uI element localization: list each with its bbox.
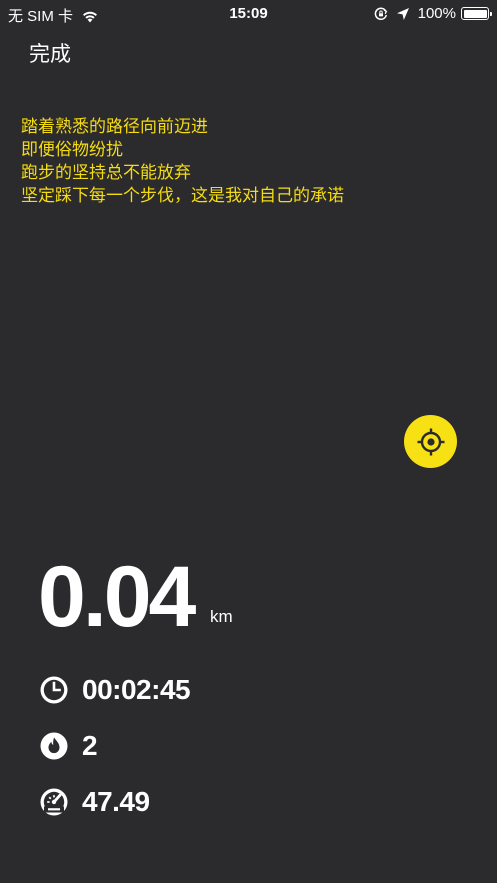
run-summary-screen: 无 SIM 卡 15:09 100% 完成 踏着熟悉的路径向前迈进 即便俗物纷扰… bbox=[0, 0, 497, 883]
slogan-line: 跑步的坚持总不能放弃 bbox=[21, 163, 191, 183]
distance-unit: km bbox=[210, 607, 233, 626]
clock-icon bbox=[39, 675, 69, 705]
orientation-lock-icon bbox=[374, 7, 387, 20]
slogan-line: 踏着熟悉的路径向前迈进 bbox=[21, 117, 208, 137]
status-right: 100% bbox=[374, 5, 492, 22]
location-arrow-icon bbox=[396, 7, 409, 20]
done-button[interactable]: 完成 bbox=[29, 38, 71, 68]
speedometer-icon bbox=[39, 787, 69, 817]
slogan-text: 踏着熟悉的路径向前迈进 即便俗物纷扰 跑步的坚持总不能放弃 坚定踩下每一个步伐，… bbox=[21, 116, 344, 208]
distance-value: 0.04 bbox=[38, 549, 196, 645]
slogan-line: 即便俗物纷扰 bbox=[21, 140, 123, 160]
speed-row: 47.49 bbox=[39, 785, 150, 819]
crosshair-icon bbox=[417, 428, 444, 455]
speed-value: 47.49 bbox=[82, 786, 150, 817]
duration-value: 00:02:45 bbox=[82, 674, 191, 705]
calories-row: 2 bbox=[39, 729, 98, 763]
calories-value: 2 bbox=[82, 730, 98, 761]
duration-row: 00:02:45 bbox=[39, 673, 191, 707]
locate-button[interactable] bbox=[404, 415, 457, 468]
status-bar: 无 SIM 卡 15:09 100% bbox=[0, 0, 497, 30]
battery-icon bbox=[461, 7, 492, 20]
slogan-line: 坚定踩下每一个步伐，这是我对自己的承诺 bbox=[21, 186, 344, 206]
flame-icon bbox=[39, 731, 69, 761]
battery-percentage: 100% bbox=[417, 5, 456, 22]
